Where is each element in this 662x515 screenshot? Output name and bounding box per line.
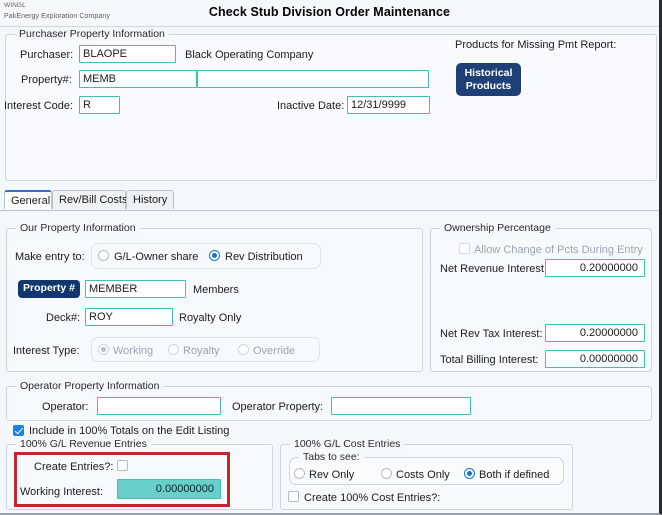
tabs-to-see-legend: Tabs to see: <box>299 451 364 463</box>
missing-pmt-report-label: Products for Missing Pmt Report: <box>455 39 617 51</box>
include-totals-label: Include in 100% Totals on the Edit Listi… <box>29 425 230 437</box>
property-number-badge-label: Property # <box>23 282 75 294</box>
ownership-percentage-legend: Ownership Percentage <box>440 222 555 234</box>
tab-history-label: History <box>133 194 168 206</box>
historical-products-line1: Historical <box>464 67 513 79</box>
our-property-legend: Our Property Information <box>16 222 140 234</box>
total-billing-interest-input[interactable] <box>545 350 645 368</box>
net-revenue-interest-label: Net Revenue Interest: <box>440 263 548 275</box>
radio-interest-working[interactable] <box>98 344 109 355</box>
operator-property-legend: Operator Property Information <box>16 380 164 392</box>
our-property-number-input[interactable] <box>85 280 186 298</box>
radio-both-if-defined-label: Both if defined <box>479 469 550 481</box>
allow-change-pcts-checkbox[interactable] <box>459 243 470 254</box>
revenue-entries-legend: 100% G/L Revenue Entries <box>16 438 151 450</box>
property-number-label: Property#: <box>21 74 72 86</box>
cost-entries-legend: 100% G/L Cost Entries <box>290 438 405 450</box>
purchaser-label: Purchaser: <box>20 49 74 61</box>
operator-property-input[interactable] <box>331 397 471 415</box>
allow-change-pcts-label: Allow Change of Pcts During Entry <box>474 244 643 256</box>
radio-gl-owner-share[interactable] <box>98 250 109 261</box>
radio-interest-override[interactable] <box>238 344 249 355</box>
radio-rev-only-label: Rev Only <box>309 469 355 481</box>
radio-rev-distribution[interactable] <box>209 250 220 261</box>
purchaser-name-text: Black Operating Company <box>185 49 314 61</box>
operator-input[interactable] <box>97 397 221 415</box>
create-cost-entries-checkbox[interactable] <box>288 491 299 502</box>
tab-history[interactable]: History <box>126 190 174 209</box>
property-description-input[interactable] <box>197 70 429 88</box>
make-entry-label: Make entry to: <box>15 251 85 263</box>
net-revenue-interest-input[interactable] <box>545 259 645 277</box>
property-number-input[interactable] <box>79 70 197 88</box>
interest-code-label: Interest Code: <box>4 100 74 112</box>
property-number-badge-button[interactable]: Property # <box>18 280 80 298</box>
radio-rev-only[interactable] <box>294 468 305 479</box>
title-bar: WINGL PakEnergy Exploration Company Chec… <box>0 0 659 27</box>
working-interest-label: Working Interest: <box>20 486 103 498</box>
radio-interest-royalty[interactable] <box>168 344 179 355</box>
radio-costs-only-label: Costs Only <box>396 469 450 481</box>
interest-code-input[interactable] <box>79 96 120 114</box>
create-entries-checkbox[interactable] <box>117 460 128 471</box>
create-cost-entries-label: Create 100% Cost Entries?: <box>304 492 441 504</box>
tab-general[interactable]: General <box>4 190 52 209</box>
net-rev-tax-interest-label: Net Rev Tax Interest: <box>440 328 543 340</box>
operator-label: Operator: <box>42 401 89 413</box>
create-entries-label: Create Entries?: <box>34 461 114 473</box>
tab-general-label: General <box>11 195 51 207</box>
deck-number-input[interactable] <box>85 308 173 326</box>
historical-products-line2: Products <box>465 80 512 92</box>
tab-rev-bill-costs-label: Rev/Bill Costs <box>59 194 128 206</box>
operator-property-label: Operator Property: <box>232 401 324 413</box>
radio-interest-working-label: Working <box>113 345 154 357</box>
inactive-date-input[interactable] <box>347 96 430 114</box>
our-property-description: Members <box>193 284 239 296</box>
total-billing-interest-label: Total Billing Interest: <box>440 354 539 366</box>
interest-type-label: Interest Type: <box>13 345 80 357</box>
radio-costs-only[interactable] <box>381 468 392 479</box>
working-interest-input[interactable] <box>117 479 221 499</box>
radio-interest-royalty-label: Royalty <box>183 345 220 357</box>
include-totals-checkbox[interactable] <box>13 425 24 436</box>
deck-number-label: Deck#: <box>46 312 81 324</box>
purchaser-input[interactable] <box>79 45 176 63</box>
page-title: Check Stub Division Order Maintenance <box>208 5 451 19</box>
radio-rev-distribution-label: Rev Distribution <box>225 251 303 263</box>
radio-both-if-defined[interactable] <box>464 468 475 479</box>
radio-interest-override-label: Override <box>253 345 296 357</box>
radio-gl-owner-share-label: G/L-Owner share <box>114 251 199 263</box>
tab-rev-bill-costs[interactable]: Rev/Bill Costs <box>52 190 128 209</box>
net-rev-tax-interest-input[interactable] <box>545 324 645 342</box>
inactive-date-label: Inactive Date: <box>277 100 345 112</box>
deck-description: Royalty Only <box>179 312 242 324</box>
revenue-entries-group: 100% G/L Revenue Entries <box>6 438 273 510</box>
purchaser-property-legend: Purchaser Property Information <box>15 28 169 40</box>
application-window: WINGL PakEnergy Exploration Company Chec… <box>0 0 662 515</box>
historical-products-button[interactable]: Historical Products <box>456 63 521 96</box>
tab-bar: General Rev/Bill Costs History <box>0 190 659 211</box>
